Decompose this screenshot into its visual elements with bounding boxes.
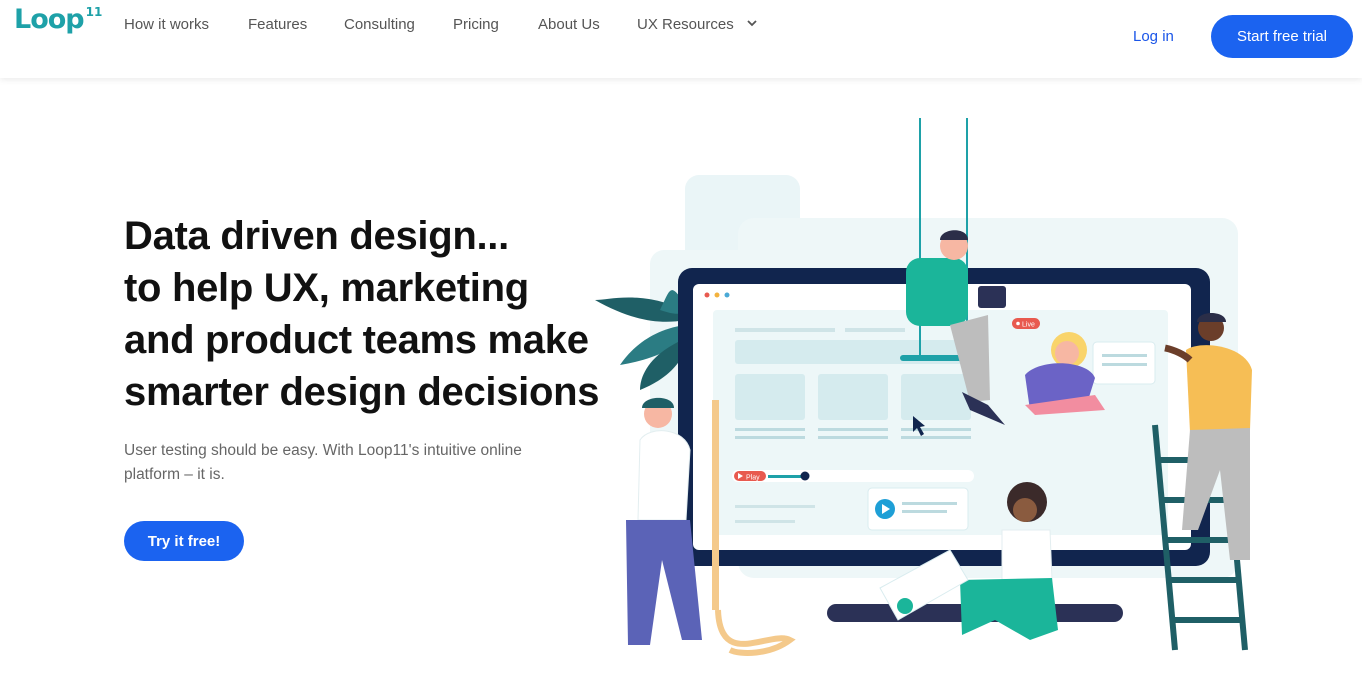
content-card [735,374,805,420]
headline-line-1: Data driven design... [124,214,509,258]
nav-pricing[interactable]: Pricing [453,16,499,33]
live-badge-text: Live [1022,322,1035,329]
nav-about-us[interactable]: About Us [538,16,600,33]
nav-how-it-works[interactable]: How it works [124,16,209,33]
content-card [901,374,971,420]
headline-line-2: to help UX, marketing [124,266,529,310]
play-badge-text: Play [746,475,760,482]
hero-headline: Data driven design... to help UX, market… [124,210,604,418]
progress-knob [800,471,810,481]
hero-subtext: User testing should be easy. With Loop11… [124,442,522,483]
measuring-tape [712,400,719,610]
start-free-trial-button[interactable]: Start free trial [1211,15,1353,58]
loop11-logo[interactable]: Loop 11 [14,4,102,40]
headline-line-3: and product teams make [124,318,589,362]
nav-ux-resources[interactable]: UX Resources [637,16,757,33]
nav-consulting[interactable]: Consulting [344,16,415,33]
try-it-free-button[interactable]: Try it free! [124,521,244,561]
logo-number: 11 [85,5,103,19]
nav-features[interactable]: Features [248,16,307,33]
hero-illustration: Play Live [595,118,1252,656]
content-card [818,374,888,420]
nav-ux-resources-label: UX Resources [637,16,734,33]
site-header: Loop 11 How it works Features Consulting … [0,0,1362,78]
headline-line-4: smarter design decisions [124,370,600,414]
login-link[interactable]: Log in [1133,28,1174,45]
chevron-down-icon [747,20,757,27]
window-dot-yellow [714,292,720,298]
window-dot-red [704,292,710,298]
logo-text: Loop [14,4,85,35]
window-dot-blue [724,292,730,298]
